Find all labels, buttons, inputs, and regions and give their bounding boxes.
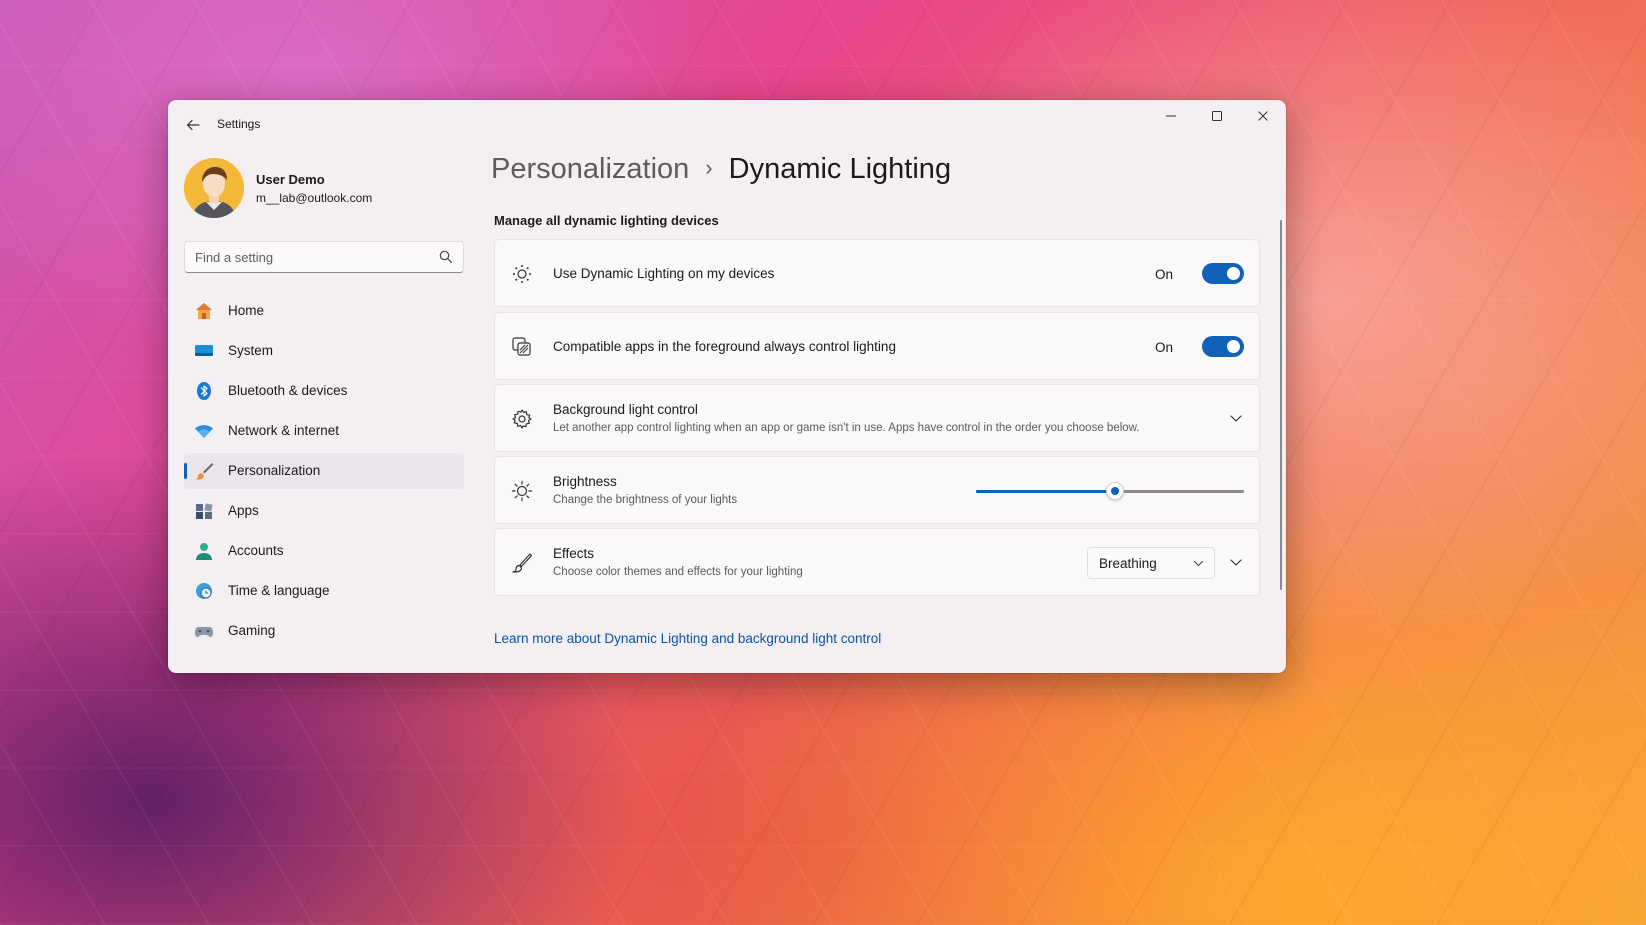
sidebar-item-label: Network & internet — [228, 423, 340, 438]
breadcrumb: Personalization › Dynamic Lighting — [491, 153, 951, 186]
sidebar-item-label: Bluetooth & devices — [228, 383, 348, 398]
use-dynamic-lighting-toggle[interactable] — [1202, 263, 1244, 284]
sidebar-item-bluetooth[interactable]: Bluetooth & devices — [184, 373, 464, 409]
sidebar-nav: Home System Bluetooth & devices Network … — [184, 293, 464, 653]
compatible-apps-toggle[interactable] — [1202, 336, 1244, 357]
chevron-down-icon[interactable] — [1229, 555, 1243, 569]
card-subtitle: Change the brightness of your lights — [553, 494, 738, 506]
title-bar: Settings — [168, 100, 1286, 148]
sidebar-item-label: Home — [228, 303, 265, 318]
card-title: Compatible apps in the foreground always… — [553, 339, 896, 354]
card-title: Effects — [553, 546, 595, 561]
brightness-card: Brightness Change the brightness of your… — [494, 456, 1260, 524]
effects-selected-value: Breathing — [1099, 556, 1157, 571]
chevron-down-icon — [1193, 560, 1204, 567]
gear-icon — [512, 409, 532, 429]
scrollbar[interactable] — [1280, 220, 1282, 590]
background-light-control-card[interactable]: Background light control Let another app… — [494, 384, 1260, 452]
brightness-slider[interactable] — [976, 482, 1244, 500]
avatar — [184, 158, 244, 218]
search-box[interactable] — [184, 241, 464, 273]
chevron-down-icon[interactable] — [1229, 411, 1243, 425]
sidebar-item-accounts[interactable]: Accounts — [184, 533, 464, 569]
maximize-icon — [1212, 111, 1222, 121]
toggle-state-label: On — [1154, 340, 1173, 355]
card-subtitle: Choose color themes and effects for your… — [553, 566, 803, 578]
slider-fill — [976, 490, 1116, 493]
sidebar-item-gaming[interactable]: Gaming — [184, 613, 464, 649]
sidebar-item-personalization[interactable]: Personalization — [184, 453, 464, 489]
wifi-icon — [195, 425, 213, 438]
sidebar-item-network[interactable]: Network & internet — [184, 413, 464, 449]
apps-icon — [196, 503, 213, 519]
brightness-icon — [511, 480, 533, 502]
sidebar-item-label: Personalization — [228, 463, 321, 478]
brush-outline-icon — [512, 553, 533, 573]
globe-clock-icon — [196, 583, 212, 599]
maximize-button[interactable] — [1194, 100, 1240, 132]
card-title: Brightness — [553, 474, 617, 489]
search-icon[interactable] — [439, 250, 453, 264]
accounts-icon — [196, 543, 212, 560]
minimize-button[interactable] — [1148, 100, 1194, 132]
compatible-apps-card: Compatible apps in the foreground always… — [494, 312, 1260, 380]
card-title: Background light control — [553, 402, 698, 417]
close-icon — [1258, 111, 1268, 121]
effects-card: Effects Choose color themes and effects … — [494, 528, 1260, 596]
effects-dropdown[interactable]: Breathing — [1087, 547, 1215, 579]
close-button[interactable] — [1240, 100, 1286, 132]
sidebar-item-apps[interactable]: Apps — [184, 493, 464, 529]
system-icon — [195, 345, 213, 356]
learn-more-link[interactable]: Learn more about Dynamic Lighting and ba… — [494, 631, 881, 646]
toggle-knob — [1227, 340, 1240, 353]
breadcrumb-parent[interactable]: Personalization — [491, 153, 689, 185]
sidebar-item-label: Apps — [228, 503, 259, 518]
search-input[interactable] — [195, 242, 435, 272]
avatar-person-icon — [184, 158, 244, 218]
back-button[interactable] — [182, 114, 204, 136]
sun-dots-icon — [513, 265, 531, 283]
slider-thumb[interactable] — [1106, 482, 1125, 500]
section-title: Manage all dynamic lighting devices — [494, 213, 719, 228]
sidebar-item-label: Gaming — [228, 623, 276, 638]
card-subtitle: Let another app control lighting when an… — [553, 422, 1140, 434]
minimize-icon — [1166, 115, 1176, 117]
toggle-knob — [1227, 267, 1240, 280]
user-name: User Demo — [256, 172, 325, 187]
brush-icon — [195, 463, 214, 480]
card-title: Use Dynamic Lighting on my devices — [553, 266, 775, 281]
toggle-state-label: On — [1154, 267, 1173, 282]
page-title: Dynamic Lighting — [728, 153, 952, 185]
home-icon — [196, 303, 212, 319]
sidebar-item-system[interactable]: System — [184, 333, 464, 369]
app-title: Settings — [217, 117, 261, 131]
sidebar-item-label: Time & language — [228, 583, 330, 598]
sidebar-item-time-language[interactable]: Time & language — [184, 573, 464, 609]
sidebar-item-home[interactable]: Home — [184, 293, 464, 329]
gamepad-icon — [195, 627, 213, 637]
sidebar-item-label: Accounts — [228, 543, 284, 558]
settings-window: Settings User Demo m__lab@outlook.com Fi… — [168, 100, 1286, 673]
apps-stack-icon — [512, 337, 531, 356]
bluetooth-icon — [197, 382, 211, 400]
breadcrumb-separator: › — [705, 155, 713, 180]
sidebar-item-label: System — [228, 343, 274, 358]
use-dynamic-lighting-card: Use Dynamic Lighting on my devices On — [494, 239, 1260, 307]
arrow-left-icon — [186, 119, 200, 131]
user-email: m__lab@outlook.com — [256, 191, 373, 205]
